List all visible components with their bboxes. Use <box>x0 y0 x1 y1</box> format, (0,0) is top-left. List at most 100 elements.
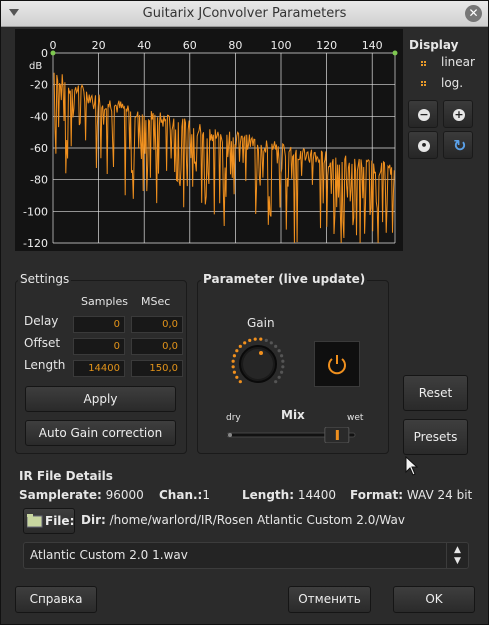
minus-icon: − <box>418 108 430 121</box>
selected-file: Atlantic Custom 2.0 1.wav <box>30 548 188 562</box>
offset-label: Offset <box>24 336 61 350</box>
gain-level-dot <box>279 370 284 374</box>
x-tick-label: 0 <box>50 39 57 52</box>
gain-level-dot <box>259 337 263 341</box>
gain-level-dot <box>269 341 273 345</box>
dialog-window: Guitarix JConvolver Parameters ✕ 0 20 40 60… <box>0 0 489 625</box>
samples-header: Samples <box>81 295 128 308</box>
log-radio[interactable] <box>419 79 428 88</box>
range-end-handle[interactable] <box>392 50 398 56</box>
gain-level-dot <box>248 338 252 343</box>
gain-level-dot <box>277 349 281 353</box>
x-tick-label: 140 <box>362 39 383 52</box>
window-title: Guitarix JConvolver Parameters <box>142 6 347 21</box>
plot-canvas: 0 20 40 60 80 100 120 140 0 -20 -40 -60 -80 -100 -120 d… <box>23 39 398 250</box>
directory-info: Dir: /home/warlord/IR/Rosen Atlantic Cus… <box>81 513 405 527</box>
delay-msec-field[interactable]: 0,0 <box>131 316 183 333</box>
x-tick-label: 20 <box>92 39 106 52</box>
mix-slider[interactable] <box>227 427 357 443</box>
apply-button[interactable]: Apply <box>25 386 176 412</box>
format-info: Format: WAV 24 bit <box>350 488 473 502</box>
help-button[interactable]: Справка <box>15 586 97 613</box>
mix-slider-thumb[interactable] <box>324 427 350 443</box>
length-msec-field[interactable]: 150,0 <box>131 360 183 377</box>
offset-msec-field[interactable]: 0,0 <box>131 338 183 355</box>
gain-level-dot <box>264 338 268 343</box>
y-tick-label: -40 <box>30 110 48 123</box>
reset-button[interactable]: Reset <box>403 375 468 411</box>
display-title: Display <box>409 38 459 52</box>
length-label: Length <box>24 358 66 372</box>
gain-level-dot <box>274 380 278 384</box>
dry-label: dry <box>226 413 241 423</box>
msec-header: MSec <box>141 295 171 308</box>
ok-button[interactable]: OK <box>393 586 475 613</box>
gain-level-dot <box>238 344 242 348</box>
gain-level-dot <box>274 344 278 348</box>
gain-level-dot <box>231 359 235 363</box>
knob-indicator <box>259 351 263 355</box>
file-button-label: File: <box>45 514 75 528</box>
y-tick-label: -20 <box>30 79 48 92</box>
x-tick-label: 80 <box>228 39 242 52</box>
close-icon[interactable]: ✕ <box>465 5 482 22</box>
gain-level-dot <box>232 370 237 374</box>
zoom-in-button[interactable]: + <box>443 100 473 128</box>
refresh-button[interactable]: ↻ <box>443 131 473 159</box>
presets-button[interactable]: Presets <box>403 419 468 455</box>
folder-icon <box>27 514 43 528</box>
samplerate-info: Samplerate: 96000 <box>19 488 144 502</box>
ir-file-details-title: IR File Details <box>19 469 113 483</box>
length-samples-field[interactable]: 14400 <box>73 360 125 377</box>
gain-level-dot <box>235 375 239 379</box>
mouse-pointer-icon <box>405 456 419 476</box>
gain-level-dot <box>238 380 242 384</box>
log-label: log. <box>441 76 464 90</box>
linear-label: linear <box>441 55 475 69</box>
y-tick-label: -60 <box>30 142 48 155</box>
gain-knob[interactable] <box>229 334 287 392</box>
gain-level-dot <box>243 341 247 345</box>
mix-label: Mix <box>281 408 305 422</box>
gain-level-dot <box>231 365 235 369</box>
file-chooser-button[interactable]: File: <box>23 508 75 534</box>
refresh-icon: ↻ <box>453 136 467 155</box>
parameter-title: Parameter (live update) <box>201 272 368 286</box>
gain-level-dot <box>253 337 257 341</box>
gain-label: Gain <box>247 316 275 330</box>
linear-radio[interactable] <box>419 59 428 68</box>
y-tick-label: 0 <box>41 47 48 60</box>
updown-arrows-icon: ▲ ▼ <box>446 543 468 568</box>
gain-level-dot <box>277 375 281 379</box>
plus-icon: + <box>453 108 465 121</box>
ir-response-plot: 0 20 40 60 80 100 120 140 0 -20 -40 -60 -80 -100 -120 d… <box>15 29 403 251</box>
x-tick-label: 40 <box>137 39 151 52</box>
y-tick-label: -80 <box>30 174 48 187</box>
gain-level-dot <box>281 359 285 363</box>
zoom-out-button[interactable]: − <box>408 100 438 128</box>
x-tick-label: 60 <box>183 39 197 52</box>
zoom-reset-button[interactable]: • <box>408 131 438 159</box>
cancel-button[interactable]: Отменить <box>288 586 371 613</box>
auto-gain-correction-button[interactable]: Auto Gain correction <box>25 420 176 446</box>
channels-info: Chan.:1 <box>159 488 210 502</box>
gain-level-dot <box>235 349 239 353</box>
y-tick-label: -100 <box>23 205 48 218</box>
wet-label: wet <box>347 413 364 423</box>
gain-level-dot <box>232 354 237 358</box>
delay-samples-field[interactable]: 0 <box>73 316 125 333</box>
range-start-handle[interactable] <box>50 50 56 56</box>
gain-level-dot <box>279 354 284 358</box>
impulse-response-trace <box>53 72 395 244</box>
ir-file-select[interactable]: Atlantic Custom 2.0 1.wav ▲ ▼ <box>23 542 469 569</box>
power-icon <box>328 355 346 375</box>
x-tick-label: 100 <box>271 39 292 52</box>
offset-samples-field[interactable]: 0 <box>73 338 125 355</box>
power-toggle-button[interactable] <box>314 341 360 387</box>
settings-title: Settings <box>18 272 72 286</box>
delay-label: Delay <box>24 314 59 328</box>
length-info: Length: 14400 <box>242 488 337 502</box>
gain-level-dot <box>281 365 285 369</box>
y-unit-label: dB <box>29 61 42 72</box>
y-tick-label: -120 <box>23 237 48 250</box>
